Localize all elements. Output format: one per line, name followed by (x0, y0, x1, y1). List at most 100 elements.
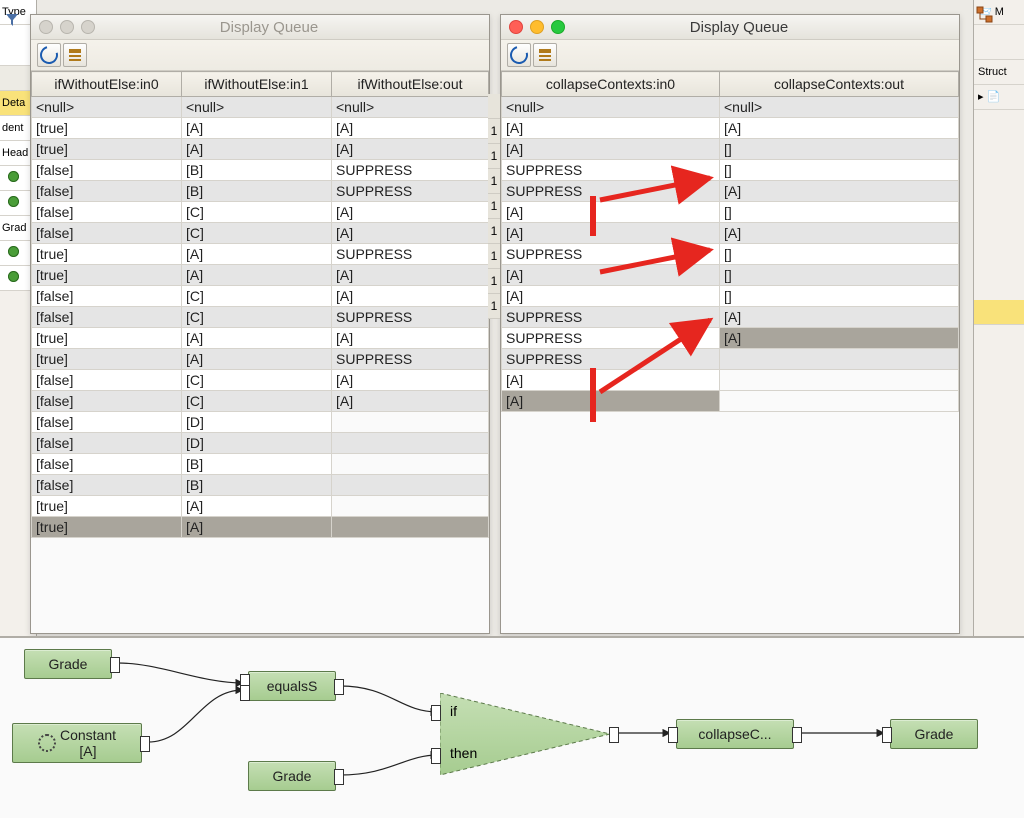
output-port[interactable] (334, 679, 344, 695)
node-label: Constant [A] (60, 727, 116, 759)
table-row[interactable]: [A][] (502, 286, 959, 307)
node-label: collapseC... (698, 726, 771, 742)
table-cell: [D] (182, 412, 332, 433)
table-cell: [B] (182, 475, 332, 496)
node-icon (8, 271, 19, 282)
output-port[interactable] (110, 657, 120, 673)
column-header[interactable]: collapseContexts:out (720, 72, 959, 97)
window-traffic-lights[interactable] (501, 20, 573, 34)
table-row[interactable]: [A][A] (502, 118, 959, 139)
table-cell: [A] (332, 202, 489, 223)
column-header[interactable]: ifWithoutElse:in1 (182, 72, 332, 97)
table-cell: [A] (502, 223, 720, 244)
table-row[interactable]: SUPPRESS[A] (502, 328, 959, 349)
node-collapsecontexts[interactable]: collapseC... (676, 719, 794, 749)
minimize-icon[interactable] (530, 20, 544, 34)
table-row[interactable]: [false][C][A] (32, 370, 489, 391)
node-if-without-else[interactable]: if then (440, 693, 610, 775)
input-port-if[interactable] (431, 705, 441, 721)
table-row[interactable]: SUPPRESS (502, 349, 959, 370)
node-icon (8, 171, 19, 182)
table-row[interactable]: [A] (502, 370, 959, 391)
port-label: if (450, 703, 457, 719)
minimize-icon[interactable] (60, 20, 74, 34)
table-row[interactable]: [A][] (502, 202, 959, 223)
table-row[interactable]: [false][B] (32, 454, 489, 475)
table-row[interactable]: <null><null><null> (32, 97, 489, 118)
table-cell: [A] (332, 265, 489, 286)
background-right-panel: 📨 M Struct ▸ 📄 (973, 0, 1024, 640)
table-cell (720, 370, 959, 391)
table-cell: [A] (502, 202, 720, 223)
window-title: Display Queue (103, 19, 435, 36)
table-row[interactable]: SUPPRESS[A] (502, 181, 959, 202)
table-row[interactable]: [A][] (502, 139, 959, 160)
table-row[interactable]: [false][C][A] (32, 202, 489, 223)
table-row[interactable]: [false][C]SUPPRESS (32, 307, 489, 328)
table-row[interactable]: [true][A][A] (32, 139, 489, 160)
table-row[interactable]: [A][A] (502, 223, 959, 244)
window-titlebar[interactable]: Display Queue (501, 15, 959, 40)
refresh-button[interactable] (507, 43, 531, 67)
table-row[interactable]: [false][D] (32, 433, 489, 454)
table-row[interactable]: [true][A]SUPPRESS (32, 244, 489, 265)
refresh-button[interactable] (37, 43, 61, 67)
table-row[interactable]: [false][C][A] (32, 391, 489, 412)
output-port[interactable] (140, 736, 150, 752)
input-port[interactable] (882, 727, 892, 743)
table-row[interactable]: [false][D] (32, 412, 489, 433)
queue-table[interactable]: collapseContexts:in0 collapseContexts:ou… (501, 71, 959, 633)
input-port[interactable] (668, 727, 678, 743)
close-icon[interactable] (509, 20, 523, 34)
zoom-icon[interactable] (551, 20, 565, 34)
table-row[interactable]: [true][A] (32, 517, 489, 538)
table-row[interactable]: [false][B] (32, 475, 489, 496)
table-row[interactable]: <null><null> (502, 97, 959, 118)
list-mode-button[interactable] (533, 43, 557, 67)
table-cell: [true] (32, 349, 182, 370)
close-icon[interactable] (39, 20, 53, 34)
column-header[interactable]: ifWithoutElse:in0 (32, 72, 182, 97)
queue-table[interactable]: ifWithoutElse:in0 ifWithoutElse:in1 ifWi… (31, 71, 489, 633)
node-grade-target[interactable]: Grade (890, 719, 978, 749)
table-row[interactable]: [false][C][A] (32, 223, 489, 244)
node-constant[interactable]: Constant [A] (12, 723, 142, 763)
table-row[interactable]: [true][A][A] (32, 118, 489, 139)
display-queue-window-2[interactable]: Display Queue collapseContexts:in0 colla… (500, 14, 960, 634)
table-row[interactable]: [true][A] (32, 496, 489, 517)
table-row[interactable]: [true][A][A] (32, 328, 489, 349)
column-header[interactable]: collapseContexts:in0 (502, 72, 720, 97)
mapping-diagram[interactable]: Grade Constant [A] equalsS Grade if then… (0, 636, 1024, 818)
display-queue-window-1[interactable]: Display Queue ifWithoutElse:in0 ifWithou… (30, 14, 490, 634)
window-titlebar[interactable]: Display Queue (31, 15, 489, 40)
table-row[interactable]: [false][C][A] (32, 286, 489, 307)
column-header[interactable]: ifWithoutElse:out (332, 72, 489, 97)
table-cell: [A] (720, 118, 959, 139)
output-port[interactable] (792, 727, 802, 743)
table-row[interactable]: [true][A]SUPPRESS (32, 349, 489, 370)
table-row[interactable]: [true][A][A] (32, 265, 489, 286)
table-row[interactable]: SUPPRESS[A] (502, 307, 959, 328)
node-grade-source-1[interactable]: Grade (24, 649, 112, 679)
table-row[interactable]: [A][] (502, 265, 959, 286)
output-port[interactable] (334, 769, 344, 785)
node-icon (8, 246, 19, 257)
input-port[interactable] (240, 685, 250, 701)
table-cell: [D] (182, 433, 332, 454)
table-cell: [] (720, 244, 959, 265)
table-row[interactable]: [false][B]SUPPRESS (32, 160, 489, 181)
output-port[interactable] (609, 727, 619, 743)
table-row[interactable]: [A] (502, 391, 959, 412)
list-mode-button[interactable] (63, 43, 87, 67)
table-row[interactable]: [false][B]SUPPRESS (32, 181, 489, 202)
table-row[interactable]: SUPPRESS[] (502, 244, 959, 265)
window-traffic-lights[interactable] (31, 20, 103, 34)
input-port-then[interactable] (431, 748, 441, 764)
node-grade-source-2[interactable]: Grade (248, 761, 336, 791)
table-cell: [A] (502, 370, 720, 391)
table-cell: [true] (32, 265, 182, 286)
zoom-icon[interactable] (81, 20, 95, 34)
node-equalss[interactable]: equalsS (248, 671, 336, 701)
window-toolbar (31, 40, 489, 71)
table-row[interactable]: SUPPRESS[] (502, 160, 959, 181)
